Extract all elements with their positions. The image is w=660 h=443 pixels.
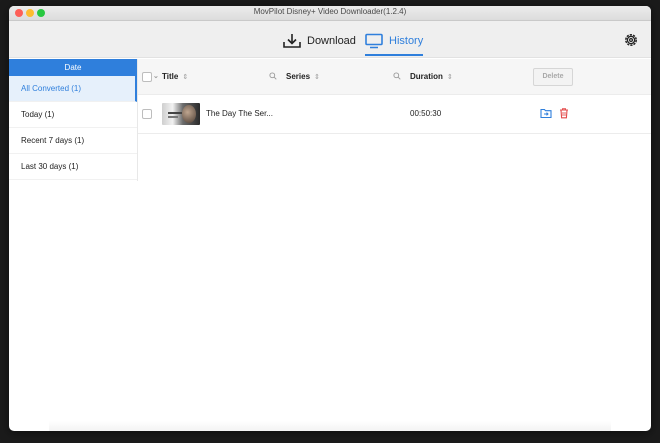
sidebar-item-today[interactable]: Today (1): [9, 102, 137, 128]
sort-icon: ⇕: [182, 74, 189, 81]
row-checkbox[interactable]: [142, 109, 152, 119]
window-title: MovPilot Disney+ Video Downloader(1.2.4): [253, 7, 407, 16]
column-series[interactable]: Series ⇕: [286, 59, 320, 94]
search-icon[interactable]: [269, 72, 277, 80]
sidebar-header: Date: [9, 59, 137, 76]
bottom-shadow: [49, 421, 611, 431]
search-icon[interactable]: [393, 72, 401, 80]
table-header: ⌄ Title ⇕ Series ⇕ Duration ⇕ Delete: [138, 59, 651, 95]
history-table: ⌄ Title ⇕ Series ⇕ Duration ⇕ Delete The…: [138, 59, 651, 134]
tab-history-label: History: [389, 35, 424, 47]
column-title-label: Title: [162, 72, 179, 81]
sidebar-item-all-converted[interactable]: All Converted (1): [9, 76, 137, 102]
row-title: The Day The Ser...: [206, 109, 273, 118]
chevron-down-icon[interactable]: ⌄: [153, 59, 159, 94]
column-duration-label: Duration: [410, 72, 443, 81]
video-thumbnail: [162, 103, 200, 125]
download-icon: [283, 34, 301, 48]
row-duration: 00:50:30: [410, 109, 442, 118]
column-duration[interactable]: Duration ⇕: [410, 59, 453, 94]
table-row: The Day The Ser... 00:50:30: [138, 95, 651, 134]
sort-icon: ⇕: [314, 74, 320, 81]
top-toolbar: Download History: [9, 21, 651, 58]
column-series-label: Series: [286, 72, 311, 81]
date-filter-sidebar: Date All Converted (1) Today (1) Recent …: [9, 59, 138, 181]
app-window: MovPilot Disney+ Video Downloader(1.2.4)…: [9, 6, 651, 431]
select-all-checkbox[interactable]: [142, 72, 152, 82]
sort-icon: ⇕: [446, 74, 453, 81]
sidebar-item-recent-7-days[interactable]: Recent 7 days (1): [9, 128, 137, 154]
trash-icon[interactable]: [558, 107, 570, 119]
sidebar-item-last-30-days[interactable]: Last 30 days (1): [9, 154, 137, 180]
title-bar: MovPilot Disney+ Video Downloader(1.2.4): [9, 6, 651, 21]
gear-icon[interactable]: [623, 32, 639, 48]
tab-history[interactable]: History: [365, 27, 424, 56]
tab-download-label: Download: [307, 35, 356, 47]
tab-download[interactable]: Download: [283, 27, 356, 55]
column-title[interactable]: Title ⇕: [162, 59, 188, 94]
open-folder-icon[interactable]: [540, 107, 552, 119]
monitor-icon: [365, 33, 383, 49]
delete-button[interactable]: Delete: [533, 68, 573, 86]
